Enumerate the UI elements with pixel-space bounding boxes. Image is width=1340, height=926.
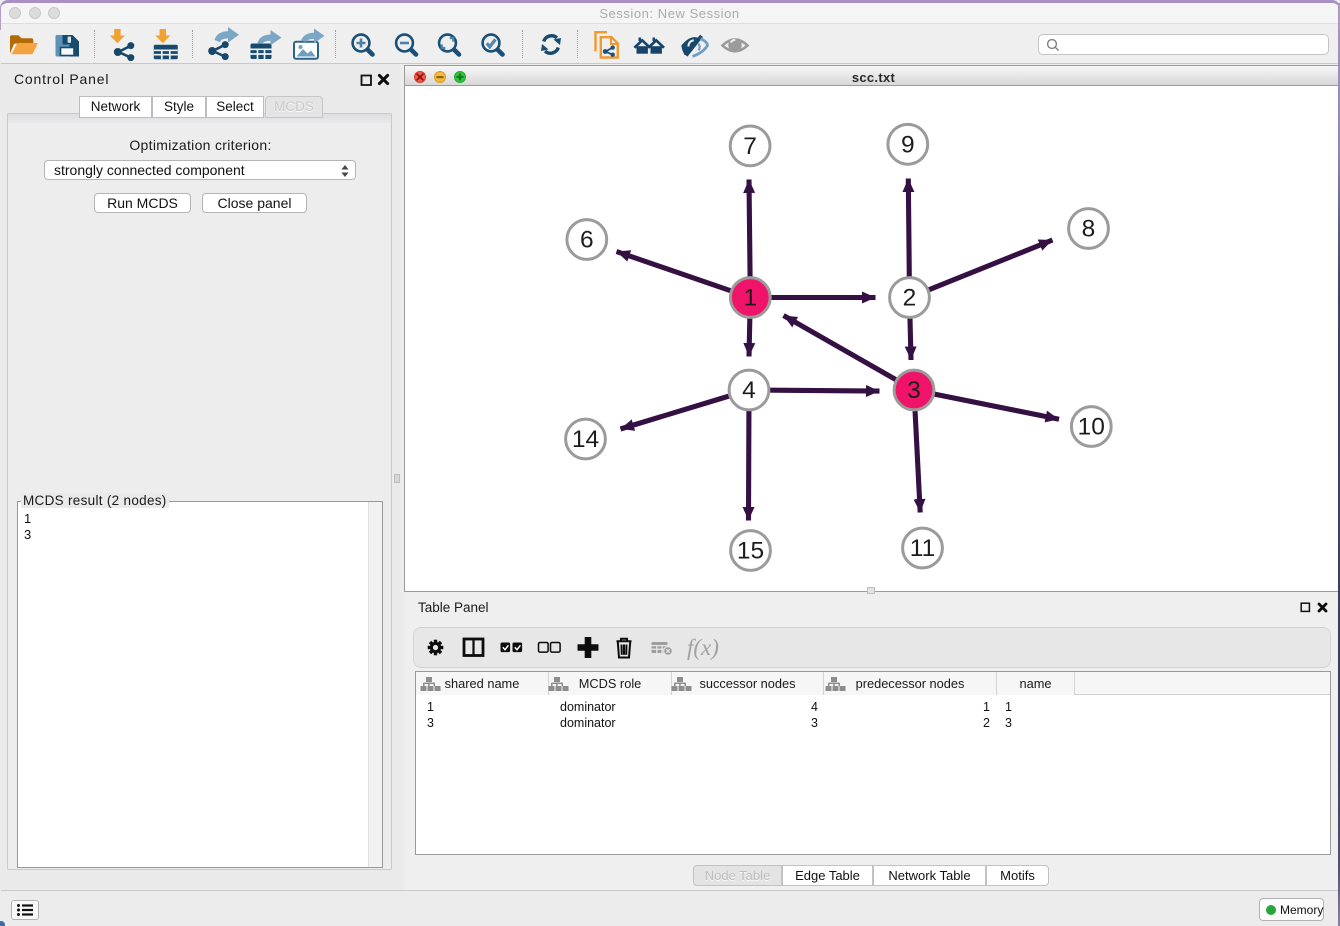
svg-text:14: 14	[572, 426, 599, 453]
svg-text:10: 10	[1078, 414, 1105, 441]
svg-text:6: 6	[580, 227, 594, 254]
svg-text:4: 4	[742, 377, 756, 404]
svg-text:1: 1	[743, 285, 757, 312]
svg-text:11: 11	[910, 535, 935, 562]
svg-text:7: 7	[743, 133, 757, 160]
svg-text:3: 3	[907, 377, 921, 404]
svg-text:f(x): f(x)	[687, 635, 719, 660]
svg-text:8: 8	[1082, 216, 1096, 243]
svg-text:15: 15	[737, 538, 764, 565]
svg-text:9: 9	[901, 131, 915, 158]
svg-text:2: 2	[903, 285, 917, 312]
